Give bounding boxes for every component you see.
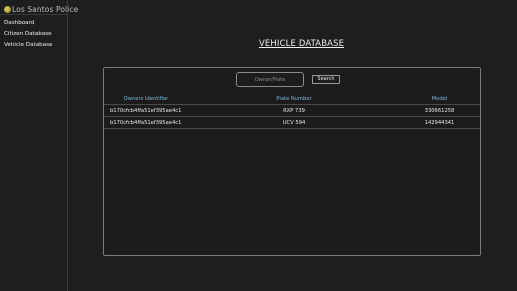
plate-number-cell: RXP 739 bbox=[283, 107, 305, 114]
model-cell: 142944341 bbox=[424, 119, 455, 126]
table-row[interactable]: b170cfcb4ffa51ef395ae4c1 UCV 594 1429443… bbox=[104, 117, 480, 129]
vehicle-search-panel: Search Owners Identifier Plate Number Mo… bbox=[103, 67, 481, 256]
brand-name: Los Santos Police bbox=[12, 4, 79, 14]
app-window: Los Santos Police Dashboard Citizen Data… bbox=[0, 0, 517, 291]
table-row[interactable]: b170cfcb4ffa51ef395ae4c1 RXP 739 3306612… bbox=[104, 105, 480, 117]
sidebar-divider bbox=[0, 14, 68, 15]
table-header: Owners Identifier Plate Number Model bbox=[104, 93, 480, 105]
page-title: VEHICLE DATABASE bbox=[259, 38, 345, 48]
column-header-plate-number: Plate Number bbox=[276, 95, 312, 102]
plate-number-cell: UCV 594 bbox=[282, 119, 306, 126]
sidebar-item-vehicle-database[interactable]: Vehicle Database bbox=[4, 40, 52, 51]
column-header-owners-identifier: Owners Identifier bbox=[123, 95, 169, 102]
owner-identifier-cell: b170cfcb4ffa51ef395ae4c1 bbox=[110, 119, 182, 126]
sidebar-nav: Dashboard Citizen Database Vehicle Datab… bbox=[4, 18, 52, 51]
sidebar: Los Santos Police Dashboard Citizen Data… bbox=[0, 0, 78, 291]
vehicle-table: Owners Identifier Plate Number Model b17… bbox=[104, 93, 480, 129]
column-header-model: Model bbox=[431, 95, 448, 102]
sidebar-item-dashboard[interactable]: Dashboard bbox=[4, 18, 52, 29]
search-input[interactable] bbox=[236, 72, 304, 87]
owner-identifier-cell: b170cfcb4ffa51ef395ae4c1 bbox=[110, 107, 182, 114]
sidebar-item-citizen-database[interactable]: Citizen Database bbox=[4, 29, 52, 40]
model-cell: 330661258 bbox=[424, 107, 455, 114]
search-button[interactable]: Search bbox=[312, 75, 340, 84]
police-badge-icon bbox=[4, 5, 11, 13]
